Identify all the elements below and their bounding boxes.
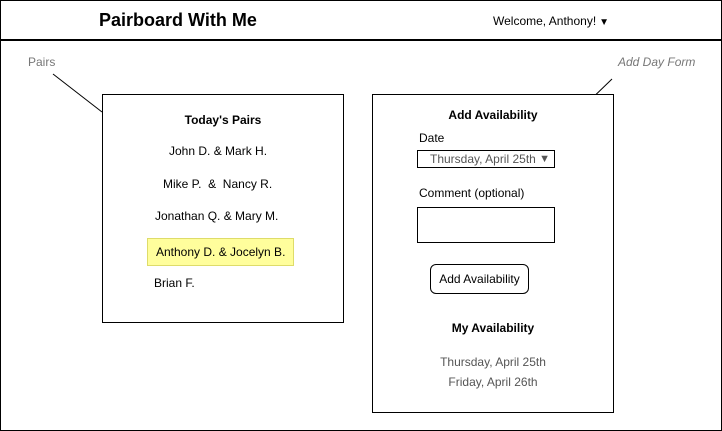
availability-item: Thursday, April 25th: [440, 355, 546, 369]
pair-item: Brian F.: [154, 276, 195, 290]
availability-item: Friday, April 26th: [448, 375, 538, 389]
todays-pairs-heading: Today's Pairs: [184, 113, 262, 127]
annotation-line-pairs: [52, 73, 103, 113]
comment-field[interactable]: [417, 207, 555, 243]
comment-label: Comment (optional): [419, 186, 525, 200]
dropdown-arrow-icon: ▼: [539, 153, 550, 165]
pair-item: Mike P. & Nancy R.: [163, 177, 273, 191]
pair-item-highlighted: Anthony D. & Jocelyn B.: [147, 238, 295, 266]
add-availability-button[interactable]: Add Availability: [430, 264, 529, 294]
add-availability-heading: Add Availability: [448, 108, 538, 122]
date-label: Date: [419, 131, 445, 145]
todays-pairs-panel: Today's Pairs John D. & Mark H. Mike P. …: [102, 94, 344, 323]
pair-item: John D. & Mark H.: [169, 144, 268, 158]
date-select[interactable]: Thursday, April 25th ▼: [417, 150, 555, 168]
add-day-form-panel: Add Availability Date Thursday, April 25…: [372, 94, 614, 413]
my-availability-heading: My Availability: [451, 321, 535, 335]
pair-item: Jonathan Q. & Mary M.: [155, 209, 279, 223]
app-window: Pairboard With Me Welcome, Anthony! ▼ Pai…: [0, 0, 722, 431]
date-select-value: Thursday, April 25th: [430, 152, 536, 166]
